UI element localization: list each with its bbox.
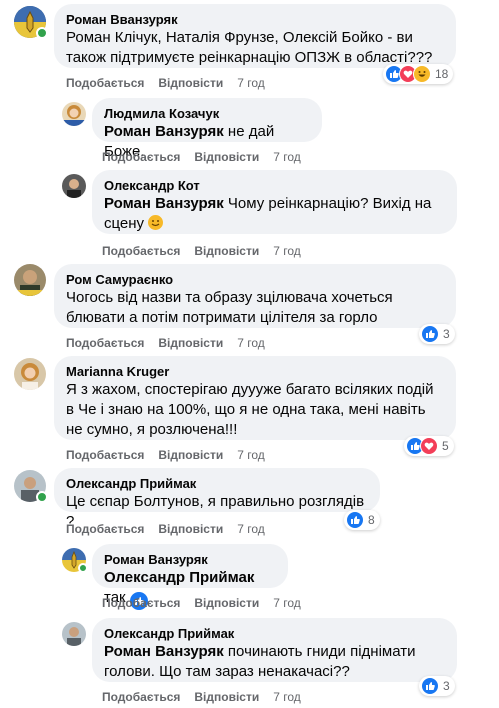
like-button[interactable]: Подобається	[66, 76, 144, 90]
reaction-summary[interactable]: 8	[344, 510, 380, 530]
comment-time[interactable]: 7 год	[273, 150, 301, 164]
reaction-summary[interactable]: 5	[404, 436, 454, 456]
reply-comment: Людмила Козачук Роман Ванзуряк не дай Бо…	[0, 96, 499, 168]
reaction-summary[interactable]: 18	[383, 64, 454, 84]
comment-actions: Подобається Відповісти 7 год	[102, 596, 301, 610]
reaction-count: 8	[368, 513, 375, 527]
comment-text: Роман Ванзуряк Чому реінкарнацію? Вихід …	[104, 195, 432, 232]
mention-link[interactable]: Олександр Приймак	[104, 569, 254, 586]
online-indicator	[78, 563, 88, 573]
comment-actions: Подобається Відповісти 7 год	[66, 522, 265, 536]
comment-author[interactable]: Людмила Козачук	[104, 106, 310, 122]
like-button[interactable]: Подобається	[66, 448, 144, 462]
comment-author[interactable]: Олександр Приймак	[104, 626, 445, 642]
like-button[interactable]: Подобається	[102, 150, 180, 164]
smile-emoji-icon	[148, 215, 164, 230]
comment-author[interactable]: Роман Вванзуряк	[66, 12, 444, 28]
reply-button[interactable]: Відповісти	[158, 76, 223, 90]
comment-author[interactable]: Marianna Kruger	[66, 364, 444, 380]
avatar[interactable]	[62, 102, 86, 126]
like-button[interactable]: Подобається	[102, 596, 180, 610]
comment-time[interactable]: 7 год	[237, 522, 265, 536]
like-button[interactable]: Подобається	[102, 690, 180, 704]
reaction-count: 18	[435, 67, 449, 81]
like-icon	[346, 511, 364, 529]
reply-button[interactable]: Відповісти	[158, 448, 223, 462]
online-indicator	[36, 27, 48, 39]
comment-actions: Подобається Відповісти 7 год	[102, 244, 301, 258]
comment-actions: Подобається Відповісти 7 год	[66, 76, 265, 90]
comment-bubble: Роман Ванзуряк Олександр Приймак так	[92, 544, 288, 610]
avatar[interactable]	[62, 622, 86, 646]
reply-button[interactable]: Відповісти	[194, 244, 259, 258]
comment-bubble: Ром Самураєнко Чогось від назви та образ…	[54, 264, 456, 328]
mention-link[interactable]: Роман Ванзуряк	[104, 123, 224, 140]
comment-time[interactable]: 7 год	[237, 448, 265, 462]
comment-bubble: Олександр Приймак Це сєпар Болтунов, я п…	[54, 468, 380, 530]
comment: Ром Самураєнко Чогось від назви та образ…	[0, 262, 499, 354]
reaction-summary[interactable]: 3	[419, 324, 455, 344]
comment-text: Чогось від назви та образу зцілювача хоч…	[66, 289, 393, 326]
reaction-summary[interactable]: 3	[419, 676, 455, 696]
reply-comment: Роман Ванзуряк Олександр Приймак так Под…	[0, 542, 499, 614]
like-button[interactable]: Подобається	[66, 522, 144, 536]
comment-actions: Подобається Відповісти 7 год	[102, 150, 301, 164]
comment-time[interactable]: 7 год	[237, 336, 265, 350]
comment-bubble: Людмила Козачук Роман Ванзуряк не дай Бо…	[92, 98, 322, 160]
haha-icon	[413, 65, 431, 83]
like-button[interactable]: Подобається	[66, 336, 144, 350]
avatar[interactable]	[62, 174, 86, 198]
reply-button[interactable]: Відповісти	[158, 522, 223, 536]
comment-author[interactable]: Роман Ванзуряк	[104, 552, 276, 568]
comment-bubble: Олександр Приймак Роман Ванзуряк починаю…	[92, 618, 457, 682]
comment-author[interactable]: Олександр Кот	[104, 178, 445, 194]
comment-actions: Подобається Відповісти 7 год	[66, 336, 265, 350]
comment-time[interactable]: 7 год	[273, 244, 301, 258]
mention-link[interactable]: Роман Ванзуряк	[104, 195, 224, 212]
comment-actions: Подобається Відповісти 7 год	[66, 448, 265, 462]
comment-text: Роман Ванзуряк починають гниди піднімати…	[104, 643, 416, 680]
comment-author[interactable]: Ром Самураєнко	[66, 272, 444, 288]
love-icon	[420, 437, 438, 455]
comment-bubble: Marianna Kruger Я з жахом, спостерігаю д…	[54, 356, 456, 440]
reaction-count: 3	[443, 679, 450, 693]
like-icon	[421, 325, 439, 343]
like-button[interactable]: Подобається	[102, 244, 180, 258]
reply-button[interactable]: Відповісти	[194, 150, 259, 164]
comment-bubble: Роман Вванзуряк Роман Клічук, Наталія Фр…	[54, 4, 456, 68]
comment: Роман Вванзуряк Роман Клічук, Наталія Фр…	[0, 0, 499, 92]
reply-button[interactable]: Відповісти	[194, 596, 259, 610]
comment: Олександр Приймак Це сєпар Болтунов, я п…	[0, 466, 499, 538]
online-indicator	[36, 491, 48, 503]
comment-author[interactable]: Олександр Приймак	[66, 476, 368, 492]
reply-comment: Олександр Кот Роман Ванзуряк Чому реінка…	[0, 168, 499, 260]
reply-button[interactable]: Відповісти	[194, 690, 259, 704]
mention-link[interactable]: Роман Ванзуряк	[104, 643, 224, 660]
comment-text: Роман Клічук, Наталія Фрунзе, Олексій Бо…	[66, 29, 433, 66]
reaction-count: 5	[442, 439, 449, 453]
comment-actions: Подобається Відповісти 7 год	[102, 690, 301, 704]
like-icon	[421, 677, 439, 695]
comment-bubble: Олександр Кот Роман Ванзуряк Чому реінка…	[92, 170, 457, 234]
avatar[interactable]	[14, 264, 46, 296]
avatar[interactable]	[14, 358, 46, 390]
comment-time[interactable]: 7 год	[237, 76, 265, 90]
comment-time[interactable]: 7 год	[273, 596, 301, 610]
reply-comment: Олександр Приймак Роман Ванзуряк починаю…	[0, 616, 499, 708]
comment-time[interactable]: 7 год	[273, 690, 301, 704]
reaction-count: 3	[443, 327, 450, 341]
comment: Marianna Kruger Я з жахом, спостерігаю д…	[0, 354, 499, 464]
comment-text: Я з жахом, спостерігаю дуууже багато всі…	[66, 381, 434, 438]
reply-button[interactable]: Відповісти	[158, 336, 223, 350]
